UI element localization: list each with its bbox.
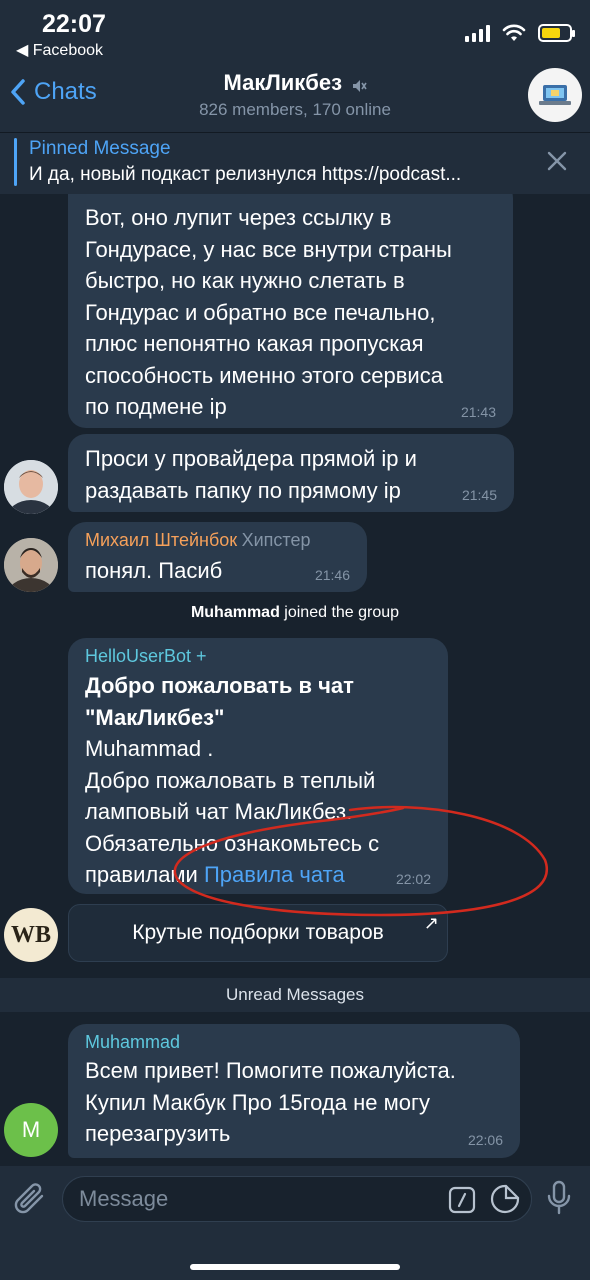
chat-subtitle: 826 members, 170 online — [199, 100, 391, 119]
pinned-title[interactable]: Pinned Message — [29, 138, 171, 160]
message-time: 21:43 — [460, 404, 496, 420]
message-line: быстро, но как нужно слетать в — [85, 268, 405, 293]
status-time: 22:07 — [42, 10, 106, 38]
message-bold-line: "МакЛикбез" — [85, 704, 225, 730]
message-time: 21:46 — [314, 567, 350, 583]
status-bar: 22:07 ◀ Facebook — [0, 0, 590, 64]
home-indicator[interactable] — [190, 1264, 400, 1270]
bot-avatar-logo: WB — [10, 921, 51, 948]
sender-name[interactable]: HelloUserBot + — [85, 646, 207, 667]
chat-title: МакЛикбез — [223, 70, 343, 95]
message-line: раздавать папку по прямому ip — [85, 477, 401, 503]
pinned-accent-bar — [14, 138, 17, 186]
rules-link[interactable]: Правила чата — [204, 862, 345, 887]
sender-title: Хипстер — [241, 530, 311, 550]
inline-keyboard-button[interactable]: Крутые подборки товаров ↗ — [68, 904, 448, 962]
laptop-icon — [539, 85, 571, 105]
inline-button-label: Крутые подборки товаров — [132, 921, 384, 944]
avatar[interactable] — [4, 538, 58, 592]
sender-name[interactable]: Михаил Штейнбок — [85, 530, 237, 550]
message-bubble[interactable]: Вот, оно лупит через ссылку в Гондурасе,… — [68, 180, 513, 428]
pinned-text[interactable]: И да, новый подкаст релизнулся https://p… — [29, 164, 539, 186]
message-line: способность именно этого сервиса — [85, 362, 443, 388]
message-line: перезагрузить — [85, 1121, 231, 1146]
message-text: правилами — [85, 862, 204, 887]
cellular-signal-icon — [465, 24, 490, 42]
sticker-icon[interactable] — [490, 1184, 520, 1214]
message-line: Вот, оно лупит через ссылку в — [85, 205, 392, 230]
message-line: Добро пожаловать в теплый — [85, 767, 376, 793]
sender-name[interactable]: Muhammad — [85, 1032, 180, 1053]
close-icon[interactable] — [546, 150, 568, 172]
message-line: плюс непонятно какая пропуская — [85, 331, 424, 356]
wifi-icon — [502, 24, 526, 41]
avatar-initial: M — [21, 1117, 41, 1142]
joined-text: joined the group — [279, 604, 400, 621]
message-line: Гондурасе, у нас все внутри страны — [85, 236, 452, 262]
user-photo-icon — [4, 460, 58, 514]
unread-messages-divider: Unread Messages — [0, 978, 590, 1012]
message-line: понял. Пасиб — [85, 558, 223, 583]
status-icons — [465, 24, 575, 42]
external-link-icon: ↗ — [423, 913, 439, 933]
message-bubble[interactable]: Михаил Штейнбок Хипстер понял. Пасиб 21:… — [68, 522, 367, 592]
service-message: Muhammad joined the group — [0, 604, 590, 622]
chat-avatar[interactable] — [528, 68, 582, 122]
message-time: 22:02 — [395, 871, 431, 887]
message-bubble[interactable]: Muhammad Всем привет! Помогите пожалуйст… — [68, 1024, 520, 1158]
chat-info[interactable]: МакЛикбез 826 members, 170 online — [0, 70, 590, 120]
microphone-icon[interactable] — [546, 1180, 572, 1218]
message-bubble[interactable]: Проси у провайдера прямой ip и раздавать… — [68, 434, 514, 512]
message-line: Проси у провайдера прямой ip и — [85, 446, 417, 471]
mute-icon — [352, 79, 367, 92]
message-line: по подмене ip — [85, 394, 227, 419]
bot-avatar[interactable]: WB — [4, 908, 58, 962]
avatar[interactable] — [4, 460, 58, 514]
message-time: 21:45 — [461, 487, 497, 503]
battery-icon — [538, 24, 575, 42]
user-photo-icon — [4, 538, 58, 592]
message-line: Гондурас и обратно все печально, — [85, 299, 436, 325]
message-line: Купил Макбук Про 15года не могу — [85, 1089, 430, 1115]
joined-user-name[interactable]: Muhammad — [191, 604, 280, 621]
message-bold-line: Добро пожаловать в чат — [85, 673, 354, 698]
message-line: Обязательно ознакомьтесь с — [85, 830, 380, 856]
message-bubble[interactable]: HelloUserBot + Добро пожаловать в чат "М… — [68, 638, 448, 894]
message-line: Muhammad . — [85, 736, 214, 761]
message-input-bar — [0, 1166, 590, 1280]
message-line: Всем привет! Помогите пожалуйста. — [85, 1058, 456, 1083]
message-line: ламповый чат МакЛикбез. — [85, 799, 353, 824]
back-to-app-link[interactable]: ◀ Facebook — [16, 40, 103, 60]
paperclip-icon[interactable] — [12, 1180, 48, 1218]
message-line-with-link: правилами Правила чата — [85, 859, 379, 891]
message-time: 22:06 — [467, 1132, 503, 1148]
chat-header: Chats МакЛикбез 826 members, 170 online — [0, 64, 590, 132]
bot-commands-icon[interactable] — [448, 1186, 476, 1214]
avatar[interactable]: M — [4, 1103, 58, 1157]
